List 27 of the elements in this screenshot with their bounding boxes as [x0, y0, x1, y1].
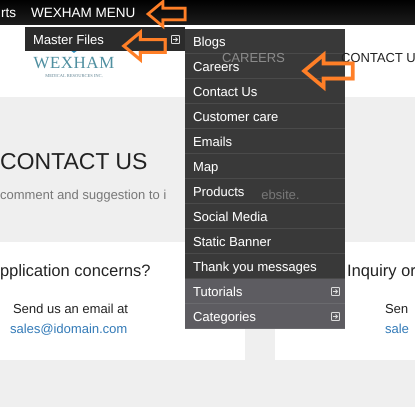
subtitle-text: comment and suggestion to i	[0, 187, 166, 202]
subtitle-text: ebsite.	[261, 187, 300, 202]
submenu-arrow-icon	[331, 312, 340, 320]
card-text: Sen	[385, 301, 408, 316]
arrow-icon	[146, 0, 188, 28]
submenu-item[interactable]: Tutorials	[185, 279, 345, 304]
email-link[interactable]: sale	[385, 321, 409, 336]
page-heading: CONTACT US	[0, 147, 148, 175]
submenu-item[interactable]: Blogs	[185, 29, 345, 54]
submenu-item[interactable]: Customer care	[185, 104, 345, 129]
card-heading: pplication concerns?	[0, 262, 150, 281]
submenu-item[interactable]: Thank you messages	[185, 254, 345, 279]
submenu-item[interactable]: Categories	[185, 304, 345, 329]
submenu-item[interactable]: Static Banner	[185, 229, 345, 254]
submenu-arrow-icon	[171, 34, 180, 44]
arrow-icon	[122, 29, 168, 63]
submenu-item[interactable]: Social Media	[185, 204, 345, 229]
card-text: Send us an email at	[13, 301, 128, 316]
menu-link[interactable]: rts	[1, 5, 16, 20]
submenu-arrow-icon	[331, 286, 340, 296]
email-link[interactable]: sales@idomain.com	[10, 321, 128, 336]
menu-link[interactable]: WEXHAM MENU	[31, 5, 136, 20]
submenu-item[interactable]: Map	[185, 154, 345, 179]
submenu-item[interactable]: Contact Us	[185, 79, 345, 104]
submenu-item[interactable]: Emails	[185, 129, 345, 154]
logo-name: WEXHAM	[33, 53, 115, 73]
menu-item[interactable]: Master Files	[25, 27, 185, 51]
